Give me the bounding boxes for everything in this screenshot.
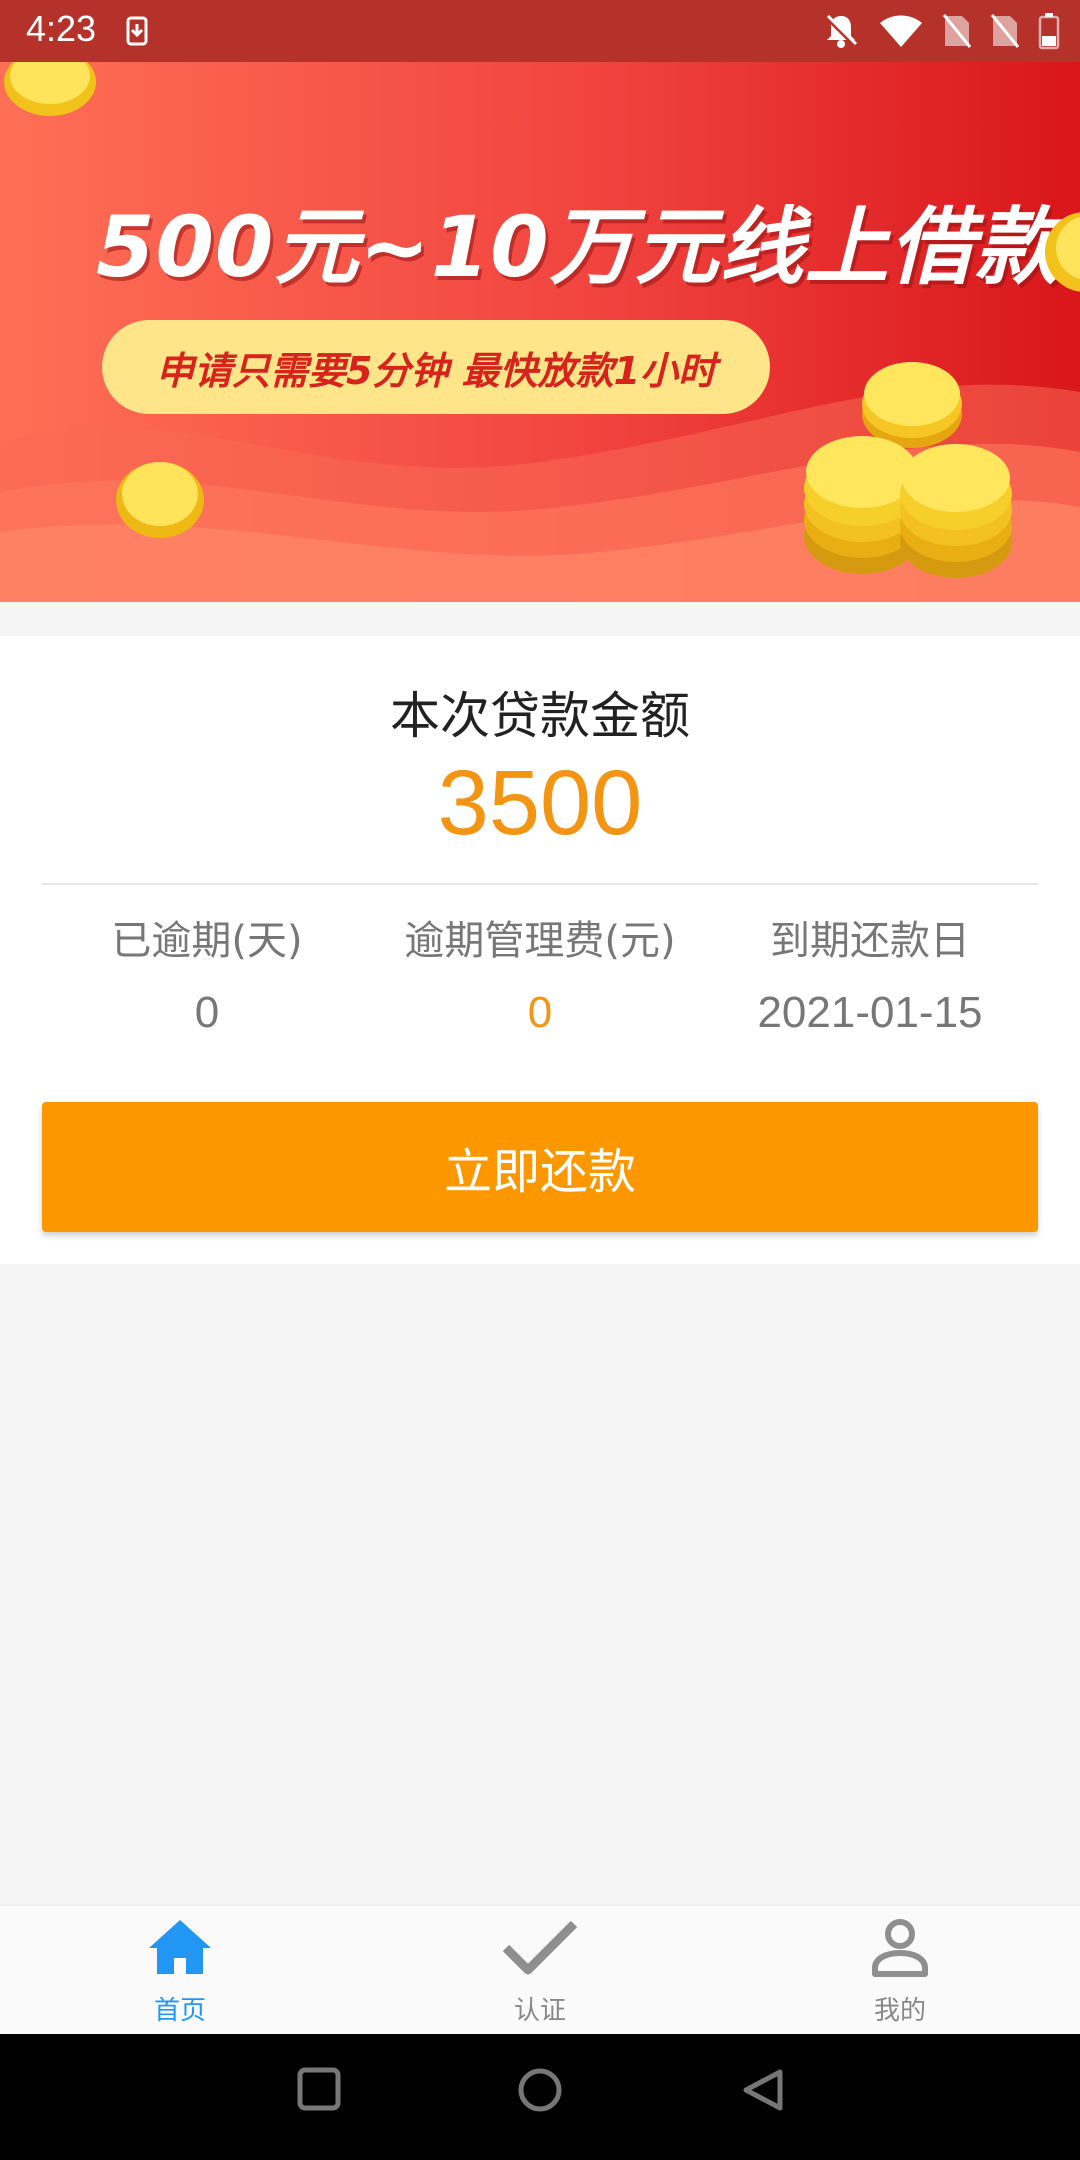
due-date-value: 2021-01-15 bbox=[757, 988, 983, 1037]
coins-illustration bbox=[4, 62, 1080, 578]
promo-banner[interactable]: 500元~10万元线上借款 申请只需要5分钟 最快放款1小时 bbox=[0, 62, 1080, 602]
no-sim-icon bbox=[942, 13, 972, 53]
status-bar: 4:23 bbox=[0, 0, 1080, 62]
recents-button[interactable] bbox=[296, 2066, 342, 2116]
overdue-days-value: 0 bbox=[194, 988, 220, 1037]
battery-icon bbox=[1038, 12, 1060, 54]
loan-amount-title: 本次贷款金额 bbox=[390, 687, 690, 745]
check-icon bbox=[500, 1916, 580, 1982]
notifications-off-icon bbox=[822, 12, 860, 54]
status-time: 4:23 bbox=[26, 8, 97, 49]
download-notification-icon bbox=[126, 16, 148, 50]
nav-label-home: 首页 bbox=[153, 1996, 206, 2026]
due-date-stat: 到期还款日 2021-01-15 bbox=[690, 908, 1050, 1038]
loan-amount-value: 3500 bbox=[437, 752, 643, 854]
overdue-days-label: 已逾期(天) bbox=[111, 918, 303, 964]
person-icon bbox=[869, 1916, 931, 1982]
system-navigation-bar bbox=[0, 2034, 1080, 2160]
home-icon bbox=[145, 1916, 215, 1982]
overdue-fee-value: 0 bbox=[527, 988, 553, 1037]
loan-card: 本次贷款金额 3500 已逾期(天) 0 逾期管理费(元) 0 到期还款日 20… bbox=[0, 636, 1080, 1264]
repay-now-button[interactable]: 立即还款 bbox=[42, 1102, 1038, 1232]
overdue-fee-stat: 逾期管理费(元) 0 bbox=[360, 908, 720, 1038]
home-button[interactable] bbox=[516, 2066, 564, 2118]
nav-item-verify[interactable]: 认证 bbox=[440, 1916, 640, 2027]
status-icons bbox=[822, 12, 1060, 54]
wifi-icon bbox=[878, 13, 924, 53]
nav-label-mine: 我的 bbox=[873, 1996, 926, 2026]
back-button[interactable] bbox=[740, 2066, 786, 2118]
card-divider bbox=[42, 883, 1038, 885]
bottom-navigation: 首页 认证 我的 bbox=[0, 1904, 1080, 2036]
overdue-fee-label: 逾期管理费(元) bbox=[404, 918, 676, 964]
no-sim-icon-2 bbox=[990, 13, 1020, 53]
due-date-label: 到期还款日 bbox=[770, 918, 970, 964]
overdue-days-stat: 已逾期(天) 0 bbox=[27, 908, 387, 1038]
nav-item-mine[interactable]: 我的 bbox=[800, 1916, 1000, 2027]
nav-label-verify: 认证 bbox=[513, 1996, 566, 2026]
nav-item-home[interactable]: 首页 bbox=[80, 1916, 280, 2027]
